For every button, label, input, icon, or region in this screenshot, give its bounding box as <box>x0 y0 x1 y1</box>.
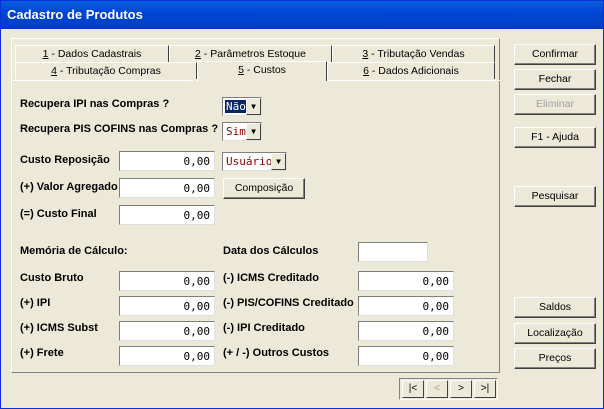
custo-reposicao-input[interactable]: 0,00 <box>119 151 215 171</box>
tab-divider <box>11 80 193 81</box>
tab-dados-cadastrais[interactable]: 1 - Dados Cadastrais <box>15 45 169 62</box>
recupera-pis-select[interactable]: Sim ▼ <box>222 122 262 141</box>
precos-label: Preços <box>538 352 572 364</box>
icms-creditado-label: (-) ICMS Creditado <box>223 272 319 284</box>
custo-bruto-label: Custo Bruto <box>20 272 84 284</box>
outros-custos-input[interactable]: 0,00 <box>358 346 454 366</box>
last-record-button[interactable]: >| <box>474 380 496 398</box>
tab-tributacao-compras[interactable]: 4 - Tributação Compras <box>15 62 197 79</box>
window-title: Cadastro de Produtos <box>1 1 603 29</box>
localizacao-label: Localização <box>527 327 583 339</box>
recupera-ipi-select[interactable]: Não ▼ <box>222 97 262 116</box>
chevron-down-icon[interactable]: ▼ <box>246 123 261 140</box>
ajuda-label: F1 - Ajuda <box>531 131 579 143</box>
pis-cofins-creditado-label: (-) PIS/COFINS Creditado <box>223 297 354 309</box>
tab-label: - Dados Cadastrais <box>48 48 142 60</box>
custo-reposicao-label: Custo Reposição <box>20 154 110 166</box>
precos-button[interactable]: Preços <box>514 348 596 369</box>
custo-final-label: (=) Custo Final <box>20 208 97 220</box>
saldos-label: Saldos <box>538 301 572 313</box>
first-record-button[interactable]: |< <box>402 380 424 398</box>
fechar-button[interactable]: Fechar <box>514 69 596 90</box>
composicao-label: Composição <box>234 182 294 194</box>
pis-cofins-creditado-input[interactable]: 0,00 <box>358 296 454 316</box>
ipi-creditado-input[interactable]: 0,00 <box>358 321 454 341</box>
prev-record-button[interactable]: < <box>426 380 448 398</box>
recupera-pis-label: Recupera PIS COFINS nas Compras ? <box>20 123 219 135</box>
record-navigator: |< < > >| <box>399 378 498 400</box>
valor-agregado-input[interactable]: 0,00 <box>119 178 215 198</box>
valor-agregado-label: (+) Valor Agregado <box>20 181 118 193</box>
tab-label: - Tributação Vendas <box>368 48 465 60</box>
confirmar-button[interactable]: Confirmar <box>514 44 596 65</box>
eliminar-button[interactable]: Eliminar <box>514 94 596 115</box>
outros-custos-label: (+ / -) Outros Custos <box>223 347 330 359</box>
eliminar-label: Eliminar <box>536 98 574 110</box>
pesquisar-label: Pesquisar <box>531 190 579 202</box>
usuario-select[interactable]: Usuário ▼ <box>222 152 287 171</box>
chevron-down-icon[interactable]: ▼ <box>271 153 286 170</box>
localizacao-button[interactable]: Localização <box>514 323 596 344</box>
next-record-button[interactable]: > <box>450 380 472 398</box>
ipi-label: (+) IPI <box>20 297 51 309</box>
data-calculos-input[interactable] <box>358 242 428 262</box>
tab-tributacao-vendas[interactable]: 3 - Tributação Vendas <box>332 45 495 62</box>
tab-label: - Dados Adicionais <box>368 65 459 77</box>
composicao-button[interactable]: Composição <box>223 178 305 199</box>
custo-bruto-input[interactable]: 0,00 <box>119 271 215 291</box>
tab-parametros-estoque[interactable]: 2 - Parâmetros Estoque <box>169 45 332 62</box>
usuario-value: Usuário <box>226 155 273 168</box>
pesquisar-button[interactable]: Pesquisar <box>514 186 596 207</box>
tab-custos[interactable]: 5 - Custos <box>197 61 327 81</box>
product-window: Cadastro de Produtos 1 - Dados Cadastrai… <box>0 0 604 409</box>
icms-subst-label: (+) ICMS Subst <box>20 322 98 334</box>
recupera-ipi-label: Recupera IPI nas Compras ? <box>20 98 170 110</box>
ajuda-button[interactable]: F1 - Ajuda <box>514 127 596 148</box>
ipi-creditado-label: (-) IPI Creditado <box>223 322 305 334</box>
custo-final-input[interactable]: 0,00 <box>119 205 215 225</box>
chevron-down-icon[interactable]: ▼ <box>246 98 261 115</box>
frete-input[interactable]: 0,00 <box>119 346 215 366</box>
fechar-label: Fechar <box>538 73 572 85</box>
icms-creditado-input[interactable]: 0,00 <box>358 271 454 291</box>
tab-label: - Parâmetros Estoque <box>200 48 306 60</box>
confirmar-label: Confirmar <box>531 48 579 60</box>
recupera-ipi-value: Não <box>225 100 247 113</box>
data-calculos-label: Data dos Cálculos <box>223 245 319 257</box>
tab-label: - Custos <box>243 64 286 76</box>
recupera-pis-value: Sim <box>226 125 246 138</box>
icms-subst-input[interactable]: 0,00 <box>119 321 215 341</box>
tab-divider <box>327 80 500 81</box>
ipi-input[interactable]: 0,00 <box>119 296 215 316</box>
tab-label: - Tributação Compras <box>56 65 161 77</box>
memoria-calculo-label: Memória de Cálculo: <box>20 245 128 257</box>
saldos-button[interactable]: Saldos <box>514 297 596 318</box>
frete-label: (+) Frete <box>20 347 64 359</box>
tab-dados-adicionais[interactable]: 6 - Dados Adicionais <box>327 62 495 79</box>
